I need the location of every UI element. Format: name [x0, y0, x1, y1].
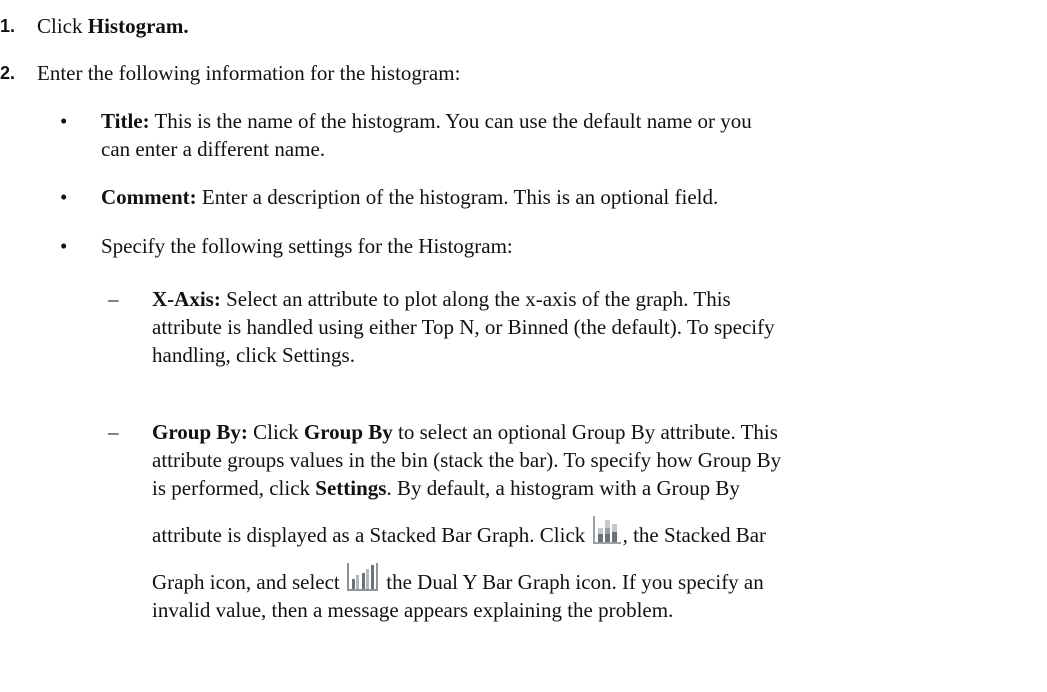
groupby-line-3: is performed, click Settings. By default… [152, 476, 740, 500]
bullet-mark: • [60, 185, 68, 209]
comment-line: Comment: Enter a description of the hist… [101, 185, 719, 209]
bullet-mark: • [60, 109, 68, 133]
bullet-body: Title: This is the name of the histogram… [101, 107, 1021, 163]
histogram-term: Histogram. [87, 14, 189, 38]
xaxis-line-3: handling, click Settings. [152, 343, 355, 367]
step-text: Enter the following information for the … [37, 61, 461, 85]
step-text: Click Histogram. [37, 12, 189, 40]
step-prefix: Click [37, 14, 88, 38]
xaxis-line-1: X-Axis: Select an attribute to plot alon… [152, 287, 731, 311]
groupby-line-5: Graph icon, and select the Dual Y Bar Gr… [152, 561, 1022, 596]
dash-mark: – [108, 287, 119, 311]
bullet-mark: • [60, 234, 68, 258]
title-line-2: can enter a different name. [101, 137, 326, 161]
groupby-line-2: attribute groups values in the bin (stac… [152, 448, 782, 472]
groupby-line-4: attribute is displayed as a Stacked Bar … [152, 514, 1022, 549]
dash-body: Group By: Click Group By to select an op… [152, 418, 1022, 624]
settings-term: Settings [315, 476, 387, 500]
settings-line: Specify the following settings for the H… [101, 234, 513, 258]
bullet-body: Comment: Enter a description of the hist… [101, 183, 1021, 211]
stacked-bar-graph-icon [591, 514, 622, 546]
groupby-label: Group By: [152, 420, 248, 444]
step-number: 2. [0, 63, 16, 83]
step-number: 1. [0, 16, 16, 36]
xaxis-label: X-Axis: [152, 287, 221, 311]
dual-y-bar-graph-icon [346, 561, 380, 593]
group-by-term: Group By [303, 420, 393, 444]
title-label: Title: [101, 109, 150, 133]
xaxis-line-2: attribute is handled using either Top N,… [152, 315, 775, 339]
dash-body: X-Axis: Select an attribute to plot alon… [152, 285, 1022, 369]
dash-mark: – [108, 420, 119, 444]
comment-label: Comment: [101, 185, 197, 209]
groupby-line-1: Group By: Click Group By to select an op… [152, 420, 778, 444]
title-line-1: Title: This is the name of the histogram… [101, 109, 752, 133]
groupby-line-6: invalid value, then a message appears ex… [152, 598, 674, 622]
bullet-body: Specify the following settings for the H… [101, 232, 1021, 260]
